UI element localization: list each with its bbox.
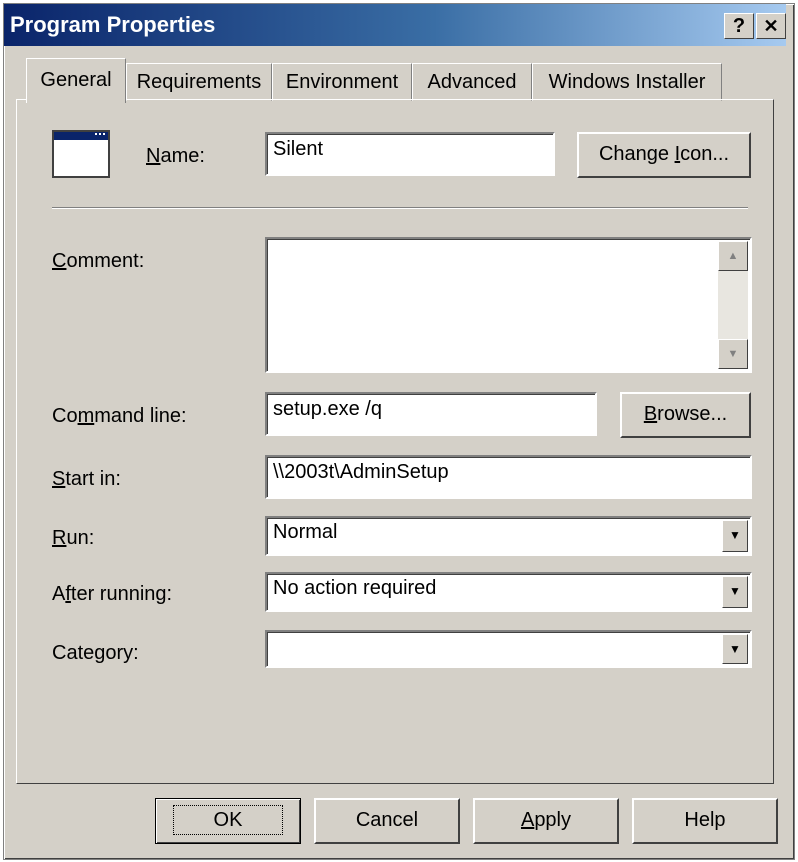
run-label: Run: <box>52 527 95 549</box>
browse-button[interactable]: Browse... <box>620 392 751 438</box>
ok-label: OK <box>172 805 284 835</box>
program-window-icon <box>52 130 110 178</box>
comment-scrollbar[interactable]: ▲ ▼ <box>718 241 748 369</box>
window-title: Program Properties <box>10 12 216 37</box>
scroll-down-arrow-icon[interactable]: ▼ <box>718 339 748 369</box>
ok-button[interactable]: OK <box>155 798 301 844</box>
separator <box>52 207 748 209</box>
after-running-select[interactable]: No action required ▼ <box>265 572 752 612</box>
tab-windows-installer[interactable]: Windows Installer <box>532 63 722 101</box>
tab-advanced[interactable]: Advanced <box>412 63 532 101</box>
chevron-down-icon[interactable]: ▼ <box>722 520 748 552</box>
run-selected-value: Normal <box>273 521 338 543</box>
scroll-up-arrow-icon[interactable]: ▲ <box>718 241 748 271</box>
command-line-label: Command line: <box>52 405 187 427</box>
close-button[interactable]: ✕ <box>756 13 786 39</box>
tab-environment[interactable]: Environment <box>272 63 412 101</box>
cancel-button[interactable]: Cancel <box>314 798 460 844</box>
apply-button[interactable]: Apply <box>473 798 619 844</box>
help-button[interactable]: ? <box>724 13 754 39</box>
name-label: Name: <box>146 145 205 167</box>
tab-requirements[interactable]: Requirements <box>126 63 272 101</box>
start-in-input[interactable]: \\2003t\AdminSetup <box>265 455 752 499</box>
change-icon-button[interactable]: Change Icon... <box>577 132 751 178</box>
after-running-selected-value: No action required <box>273 577 437 599</box>
start-in-label: Start in: <box>52 468 121 490</box>
run-select[interactable]: Normal ▼ <box>265 516 752 556</box>
chevron-down-icon[interactable]: ▼ <box>722 576 748 608</box>
comment-textarea[interactable]: ▲ ▼ <box>265 237 752 373</box>
category-label: Category: <box>52 642 139 664</box>
category-select[interactable]: ▼ <box>265 630 752 668</box>
command-line-input[interactable]: setup.exe /q <box>265 392 597 436</box>
help-footer-button[interactable]: Help <box>632 798 778 844</box>
comment-label: Comment: <box>52 250 145 272</box>
tab-general[interactable]: General <box>26 58 126 103</box>
name-input[interactable]: Silent <box>265 132 555 176</box>
general-tab-panel <box>16 99 774 784</box>
after-running-label: After running: <box>52 583 173 605</box>
chevron-down-icon[interactable]: ▼ <box>722 634 748 664</box>
title-bar[interactable]: Program Properties ? ✕ <box>4 4 786 46</box>
